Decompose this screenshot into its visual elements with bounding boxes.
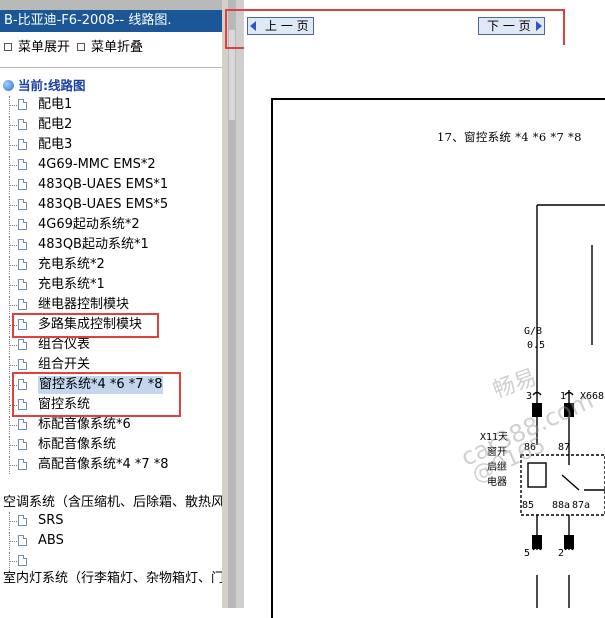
document-icon — [18, 299, 27, 310]
tree-item-label: 483QB起动系统*1 — [38, 237, 149, 252]
document-icon — [18, 99, 27, 110]
pane-title: B-比亚迪-F6-2008-- 线路图. — [0, 10, 222, 32]
tree-item[interactable]: 配电1 — [0, 96, 222, 114]
tree-item[interactable]: 4G69-MMC EMS*2 — [0, 156, 222, 174]
tree-item-label: 标配音像系统 — [38, 437, 117, 452]
pin-85: 85 — [522, 500, 535, 511]
tree-item[interactable]: 组合仪表 — [0, 336, 222, 354]
expand-square-icon — [4, 42, 12, 51]
tree-section-interior[interactable]: 室内灯系统（行李箱灯、杂物箱灯、门 — [3, 570, 222, 588]
document-icon — [18, 515, 27, 526]
tree-item-label: 配电2 — [38, 117, 73, 132]
pin-5: 5 — [524, 548, 531, 559]
document-icon — [18, 535, 27, 546]
tree-item[interactable]: 483QB-UAES EMS*1 — [0, 176, 222, 194]
pin-2: 2 — [558, 548, 565, 559]
document-icon — [18, 339, 27, 350]
tree-item-label: ABS — [38, 533, 64, 548]
tree-item[interactable]: 标配音像系统 — [0, 436, 222, 454]
document-icon — [18, 439, 27, 450]
tree-item-label: 充电系统*2 — [38, 257, 105, 272]
wiring-diagram — [520, 204, 605, 608]
document-icon — [18, 259, 27, 270]
tree-item[interactable]: 483QB起动系统*1 — [0, 236, 222, 254]
tree-root[interactable]: 当前:线路图 — [3, 78, 86, 94]
globe-icon — [3, 80, 14, 91]
tree-item[interactable]: SRS — [0, 512, 222, 530]
tree-item-label: 4G69-MMC EMS*2 — [38, 157, 156, 172]
document-icon — [18, 179, 27, 190]
tree-item[interactable]: 483QB-UAES EMS*5 — [0, 196, 222, 214]
tree-item[interactable]: 继电器控制模块 — [0, 296, 222, 314]
document-icon — [18, 555, 27, 566]
document-icon — [18, 239, 27, 250]
tree-item-label: 配电3 — [38, 137, 73, 152]
collapse-square-icon — [77, 42, 85, 51]
tree-root-label: 当前:线路图 — [18, 78, 86, 93]
pin-87a: 87a — [572, 500, 591, 511]
menu-collapse-label: 菜单折叠 — [91, 40, 144, 55]
connector-5-body — [532, 535, 542, 549]
tree-item[interactable]: 4G69起动系统*2 — [0, 216, 222, 234]
tree-item-label: 高配音像系统*4 *7 *8 — [38, 457, 169, 472]
tree-item-label: SRS — [38, 513, 64, 528]
wire-label: G/B — [524, 326, 543, 337]
tree-item-label: 标配音像系统*6 — [38, 417, 131, 432]
tree-item[interactable]: 充电系统*1 — [0, 276, 222, 294]
tree-item[interactable]: 标配音像系统*6 — [0, 416, 222, 434]
tree-item[interactable]: 配电2 — [0, 116, 222, 134]
menu-collapse-button[interactable]: 菜单折叠 — [77, 40, 143, 56]
highlight-box-2 — [12, 372, 181, 417]
tree-item[interactable]: 充电系统*2 — [0, 256, 222, 274]
tree-item-label: 483QB-UAES EMS*1 — [38, 177, 169, 192]
document-icon — [18, 459, 27, 470]
tree-item-label: 4G69起动系统*2 — [38, 217, 140, 232]
document-icon — [18, 219, 27, 230]
document-icon — [18, 419, 27, 430]
tree-item[interactable]: 高配音像系统*4 *7 *8 — [0, 456, 222, 474]
nav-pane: B-比亚迪-F6-2008-- 线路图. 菜单展开 菜单折叠 当前:线路图 配电… — [0, 0, 222, 608]
menu-expand-label: 菜单展开 — [18, 40, 71, 55]
tree-item[interactable]: ABS — [0, 532, 222, 550]
tree-item[interactable] — [0, 552, 222, 570]
document-icon — [18, 139, 27, 150]
tree-item-label: 483QB-UAES EMS*5 — [38, 197, 169, 212]
document-icon — [18, 119, 27, 130]
document-icon — [18, 279, 27, 290]
relay-coil — [527, 462, 547, 488]
connector-2-body — [564, 535, 574, 549]
tree-item-label: 配电1 — [38, 97, 73, 112]
highlight-box-1 — [12, 313, 159, 338]
document-icon — [18, 199, 27, 210]
menu-expand-button[interactable]: 菜单展开 — [4, 40, 70, 56]
highlight-box-nav — [225, 9, 565, 49]
pin-87: 87 — [558, 442, 571, 453]
tree-item-label: 继电器控制模块 — [38, 297, 130, 312]
tree-section-aircon[interactable]: 空调系统（含压缩机、后除霜、散热风 — [3, 494, 222, 512]
document-icon — [18, 359, 27, 370]
relay-contact — [561, 474, 580, 491]
document-icon — [18, 159, 27, 170]
tree-item-label: 充电系统*1 — [38, 277, 105, 292]
divider — [0, 67, 222, 68]
pin-88a: 88a — [552, 500, 571, 511]
wire-gauge: 0.5 — [527, 340, 546, 351]
top-strip — [0, 0, 222, 10]
tree-item[interactable]: 配电3 — [0, 136, 222, 154]
frame-gap — [236, 0, 244, 608]
tree-item-label: 组合仪表 — [38, 337, 91, 352]
